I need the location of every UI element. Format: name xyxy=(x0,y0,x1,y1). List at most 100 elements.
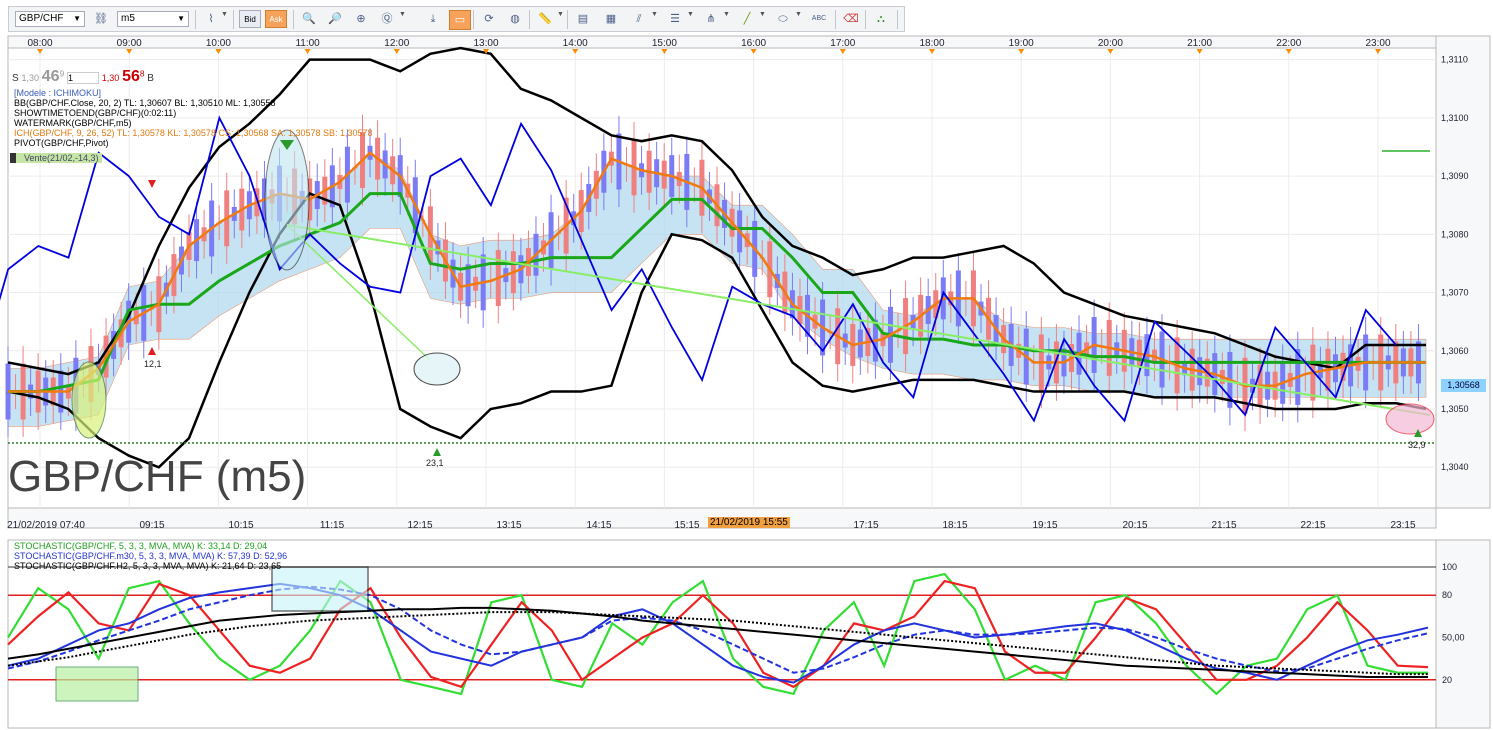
top-time-label: 13:00 xyxy=(473,38,498,49)
last-price-tag: 1,30568 xyxy=(1441,379,1486,392)
bottom-time-label: 17:15 xyxy=(853,520,878,530)
zoom-out-icon[interactable]: 🔎 xyxy=(325,10,345,28)
zoom-fit-icon[interactable]: ⊕ xyxy=(351,10,371,28)
showtime-legend[interactable]: SHOWTIMETOEND(GBP/CHF)(0:02:11) xyxy=(14,108,373,118)
price-axis-pane xyxy=(1435,35,1491,509)
chart-watermark-title: GBP/CHF (m5) xyxy=(8,452,307,501)
bottom-time-label: 09:15 xyxy=(139,520,164,530)
trendline-icon[interactable]: ╱ xyxy=(737,10,757,28)
globe-icon[interactable]: ◍ xyxy=(505,10,525,28)
stoch-tick-label: 20 xyxy=(1442,675,1452,685)
top-time-label: 14:00 xyxy=(563,38,588,49)
top-time-label: 17:00 xyxy=(830,38,855,49)
stoch-tick-label: 50,00 xyxy=(1442,633,1465,643)
scroll-end-icon[interactable]: ⤓ xyxy=(423,10,443,28)
sell-big-price[interactable]: 46 xyxy=(42,68,60,85)
bb-legend[interactable]: BB(GBP/CHF.Close, 20, 2) TL: 1,30607 BL:… xyxy=(14,98,373,108)
template-icon[interactable]: ▦ xyxy=(601,10,621,28)
ich-legend[interactable]: ICH(GBP/CHF, 9, 26, 52) TL: 1,30578 KL: … xyxy=(14,128,373,138)
zoom-in-icon[interactable]: 🔍 xyxy=(299,10,319,28)
indicator-legend: [Modele : ICHIMOKU] BB(GBP/CHF.Close, 20… xyxy=(14,88,373,148)
top-time-label: 16:00 xyxy=(741,38,766,49)
indicator-icon[interactable]: ▤ xyxy=(573,10,593,28)
buy-big-price[interactable]: 56 xyxy=(122,68,140,85)
top-time-label: 10:00 xyxy=(206,38,231,49)
price-tick-label: 1,3100 xyxy=(1441,113,1469,123)
signal-ellipse-buy xyxy=(71,361,107,439)
quote-panel: S 1,30 469 1 1,30 568 B xyxy=(12,68,154,86)
sell-small-price: 1,30 xyxy=(21,73,39,83)
bottom-time-label: 21/02/2019 07:40 xyxy=(7,520,85,530)
bottom-time-label: 10:15 xyxy=(228,520,253,530)
price-tick-label: 1,3080 xyxy=(1441,229,1469,239)
stoch-m30-legend[interactable]: STOCHASTIC(GBP/CHF.m30, 5, 3, 3, MVA, MV… xyxy=(14,551,287,561)
ellipse-icon[interactable]: ⬭ xyxy=(773,10,793,28)
chevron-down-icon: ▼ xyxy=(177,14,185,23)
cursor-mode-icon[interactable]: ▭ xyxy=(449,10,471,30)
buy-small-price: 1,30 xyxy=(101,73,120,83)
bottom-time-label: 18:15 xyxy=(942,520,967,530)
sell-pip: 9 xyxy=(59,68,65,79)
watermark-legend[interactable]: WATERMARK(GBP/CHF,m5) xyxy=(14,118,373,128)
annotation-label: 32,9 xyxy=(1408,440,1426,450)
pivot-legend[interactable]: PIVOT(GBP/CHF,Pivot) xyxy=(14,138,373,148)
price-tick-label: 1,3090 xyxy=(1441,171,1469,181)
top-time-label: 23:00 xyxy=(1365,38,1390,49)
stoch-tick-label: 100 xyxy=(1442,562,1457,572)
bottom-time-label: 19:15 xyxy=(1032,520,1057,530)
bottom-time-label: 20:15 xyxy=(1122,520,1147,530)
hierarchy-icon[interactable]: ⛬ xyxy=(871,10,891,28)
stoch-tick-label: 80 xyxy=(1442,590,1452,600)
stoch-highlight-box xyxy=(271,566,369,612)
buy-pip: 8 xyxy=(139,68,145,79)
top-time-label: 12:00 xyxy=(384,38,409,49)
buy-label[interactable]: B xyxy=(147,73,154,84)
sell-label[interactable]: S xyxy=(12,73,19,84)
lot-input[interactable]: 1 xyxy=(66,72,99,84)
bottom-time-label: 23:15 xyxy=(1390,520,1415,530)
signal-ellipse-end xyxy=(1385,403,1435,435)
top-time-label: 18:00 xyxy=(919,38,944,49)
text-tool-icon[interactable]: ABC xyxy=(809,10,829,28)
bottom-time-label: 15:15 xyxy=(674,520,699,530)
price-tick-label: 1,3070 xyxy=(1441,288,1469,298)
bottom-time-label: 21:15 xyxy=(1211,520,1236,530)
top-time-label: 21:00 xyxy=(1187,38,1212,49)
signal-ellipse-mid xyxy=(413,352,461,386)
annotation-label: 23,1 xyxy=(426,458,444,468)
price-tick-label: 1,3060 xyxy=(1441,346,1469,356)
timeframe-select[interactable]: m5 ▼ xyxy=(117,11,189,27)
lines-icon[interactable]: ☰ xyxy=(665,10,685,28)
bottom-time-label: 11:15 xyxy=(320,520,345,530)
cursor-date-tag: 21/02/2019 15:55 xyxy=(708,517,790,528)
bottom-time-label: 14:15 xyxy=(586,520,611,530)
fibonacci-icon[interactable]: ⫽ xyxy=(629,10,649,28)
zoom-range-icon[interactable]: Ⓠ xyxy=(377,10,397,28)
top-time-label: 08:00 xyxy=(27,38,52,49)
price-tick-label: 1,3050 xyxy=(1441,404,1469,414)
bid-button[interactable]: Bid xyxy=(239,10,261,28)
vente-signal-label[interactable]: Vente(21/02,-14,3) xyxy=(10,153,102,163)
bottom-time-label: 13:15 xyxy=(496,520,521,530)
signal-ellipse-sell xyxy=(264,129,310,271)
bottom-time-label: 22:15 xyxy=(1300,520,1325,530)
top-time-label: 15:00 xyxy=(652,38,677,49)
price-tick-label: 1,3040 xyxy=(1441,462,1469,472)
pitchfork-icon[interactable]: ⋔ xyxy=(701,10,721,28)
ask-button[interactable]: Ask xyxy=(265,10,287,28)
stoch-h2-legend[interactable]: STOCHASTIC(GBP/CHF.H2, 5, 3, 3, MVA, MVA… xyxy=(14,561,287,571)
stoch-m5-legend[interactable]: STOCHASTIC(GBP/CHF, 5, 3, 3, MVA, MVA) K… xyxy=(14,541,287,551)
ruler-icon[interactable]: 📏 xyxy=(535,10,555,28)
top-time-label: 19:00 xyxy=(1009,38,1034,49)
top-time-label: 22:00 xyxy=(1276,38,1301,49)
link-icon[interactable]: ⛓ xyxy=(91,10,111,28)
stochastic-legend: STOCHASTIC(GBP/CHF, 5, 3, 3, MVA, MVA) K… xyxy=(14,541,287,571)
top-time-label: 11:00 xyxy=(295,38,320,49)
refresh-icon[interactable]: ⟳ xyxy=(479,10,499,28)
symbol-select[interactable]: GBP/CHF ▼ xyxy=(15,11,85,27)
price-tick-label: 1,3110 xyxy=(1441,55,1468,65)
chart-type-icon[interactable]: ⌇ xyxy=(201,10,221,28)
eraser-icon[interactable]: ⌫ xyxy=(841,10,861,28)
main-toolbar: GBP/CHF ▼ ⛓ m5 ▼ ⌇ ▼ Bid Ask 🔍 🔎 ⊕ Ⓠ ▼ ⤓ ▭… xyxy=(8,6,905,32)
bottom-time-label: 12:15 xyxy=(407,520,432,530)
